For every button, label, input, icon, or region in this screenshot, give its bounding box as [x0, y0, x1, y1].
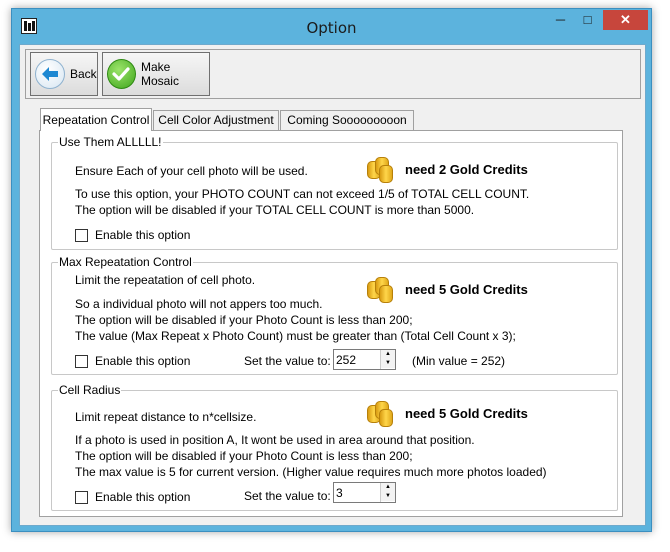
make-mosaic-button[interactable]: Make Mosaic [102, 52, 210, 96]
arrow-left-icon [35, 59, 65, 89]
description-text: So a individual photo will not appers to… [75, 297, 323, 311]
checkbox-label: Enable this option [95, 490, 191, 504]
description-text: Ensure Each of your cell photo will be u… [75, 164, 308, 178]
stepper-up-icon[interactable]: ▲ [381, 483, 395, 492]
make-mosaic-label: Make Mosaic [140, 60, 179, 88]
group-legend: Use Them ALLLLL! [58, 135, 163, 149]
tab-cell-color-adjustment[interactable]: Cell Color Adjustment [153, 110, 279, 130]
gold-coins-icon [365, 398, 395, 428]
minimize-button[interactable]: ─ [547, 10, 574, 30]
description-text: The value (Max Repeat x Photo Count) mus… [75, 329, 516, 343]
gold-coins-icon [365, 274, 395, 304]
checkmark-icon [107, 59, 136, 89]
cell-radius-input[interactable] [336, 484, 378, 501]
description-text: Limit the repeatation of cell photo. [75, 273, 256, 287]
enable-option-checkbox[interactable]: Enable this option [75, 490, 190, 504]
checkbox-box[interactable] [75, 354, 88, 368]
title-bar[interactable]: Option ─ □ ✕ [12, 9, 651, 45]
group-legend: Max Repeatation Control [58, 255, 193, 269]
description-text: If a photo is used in position A, It won… [75, 433, 475, 447]
maximize-button[interactable]: □ [574, 10, 601, 30]
gold-coins-icon [365, 154, 395, 184]
stepper-arrows[interactable]: ▲ ▼ [380, 483, 395, 502]
checkbox-box[interactable] [75, 228, 88, 242]
tab-coming-soon[interactable]: Coming Sooooooooon [280, 110, 414, 130]
repeatation-control-panel: Use Them ALLLLL! Ensure Each of your cel… [39, 130, 623, 517]
description-text: The option will be disabled if your Phot… [75, 449, 413, 463]
credit-text: need 5 Gold Credits [405, 405, 528, 421]
checkbox-box[interactable] [75, 490, 88, 504]
close-button[interactable]: ✕ [603, 10, 648, 30]
credit-text: need 5 Gold Credits [405, 281, 528, 297]
credit-text: need 2 Gold Credits [405, 161, 528, 177]
stepper-up-icon[interactable]: ▲ [381, 350, 395, 359]
max-repeat-input[interactable] [336, 351, 378, 368]
group-legend: Cell Radius [58, 383, 122, 397]
max-repeat-stepper[interactable]: ▲ ▼ [333, 349, 396, 370]
option-window: Option ─ □ ✕ Back Make Mosaic Repeatatio… [11, 8, 652, 532]
use-them-all-group: Use Them ALLLLL! Ensure Each of your cel… [51, 135, 618, 250]
set-value-label: Set the value to: [244, 489, 331, 503]
description-text: Limit repeat distance to n*cellsize. [75, 410, 257, 424]
credit-requirement: need 5 Gold Credits [365, 274, 528, 304]
tab-repeatation-control[interactable]: Repeatation Control [40, 108, 152, 131]
back-label: Back [70, 67, 97, 81]
stepper-down-icon[interactable]: ▼ [381, 492, 395, 501]
set-value-label: Set the value to: [244, 354, 331, 368]
back-button[interactable]: Back [30, 52, 98, 96]
max-repeatation-group: Max Repeatation Control Limit the repeat… [51, 255, 618, 375]
description-text: The option will be disabled if your Phot… [75, 313, 413, 327]
enable-option-checkbox[interactable]: Enable this option [75, 354, 190, 368]
description-text: The option will be disabled if your TOTA… [75, 203, 475, 217]
credit-requirement: need 2 Gold Credits [365, 154, 528, 184]
credit-requirement: need 5 Gold Credits [365, 398, 528, 428]
checkbox-label: Enable this option [95, 354, 191, 368]
description-text: The max value is 5 for current version. … [75, 465, 547, 479]
checkbox-label: Enable this option [95, 228, 191, 242]
client-area: Back Make Mosaic Repeatation Control Cel… [19, 44, 646, 526]
cell-radius-group: Cell Radius Limit repeat distance to n*c… [51, 383, 618, 511]
stepper-down-icon[interactable]: ▼ [381, 359, 395, 368]
description-text: To use this option, your PHOTO COUNT can… [75, 187, 530, 201]
enable-option-checkbox[interactable]: Enable this option [75, 228, 190, 242]
toolbar: Back Make Mosaic [25, 49, 641, 99]
stepper-arrows[interactable]: ▲ ▼ [380, 350, 395, 369]
min-value-text: (Min value = 252) [412, 354, 506, 368]
cell-radius-stepper[interactable]: ▲ ▼ [333, 482, 396, 503]
